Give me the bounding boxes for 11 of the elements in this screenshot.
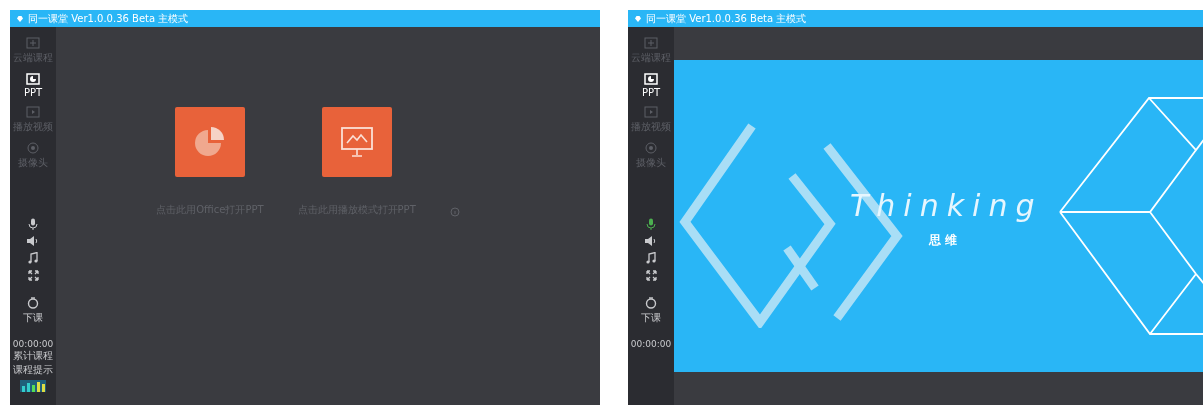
- slide-subtitle: 思 维: [929, 232, 958, 249]
- status-label: 课程提示: [13, 363, 53, 377]
- status-label: 累计课程: [13, 349, 53, 363]
- end-class-button[interactable]: 下课: [641, 297, 661, 325]
- window-title: 同一课堂 Ver1.0.0.36 Beta 主模式: [28, 11, 189, 26]
- timer: 00:00:00: [630, 339, 672, 349]
- sidebar-item[interactable]: PPT: [10, 69, 56, 102]
- window-title: 同一课堂 Ver1.0.0.36 Beta 主模式: [646, 11, 807, 26]
- end-class-button[interactable]: 下课: [23, 297, 43, 325]
- timer: 00:00:00: [12, 339, 54, 349]
- sidebar-item[interactable]: PPT: [628, 69, 674, 102]
